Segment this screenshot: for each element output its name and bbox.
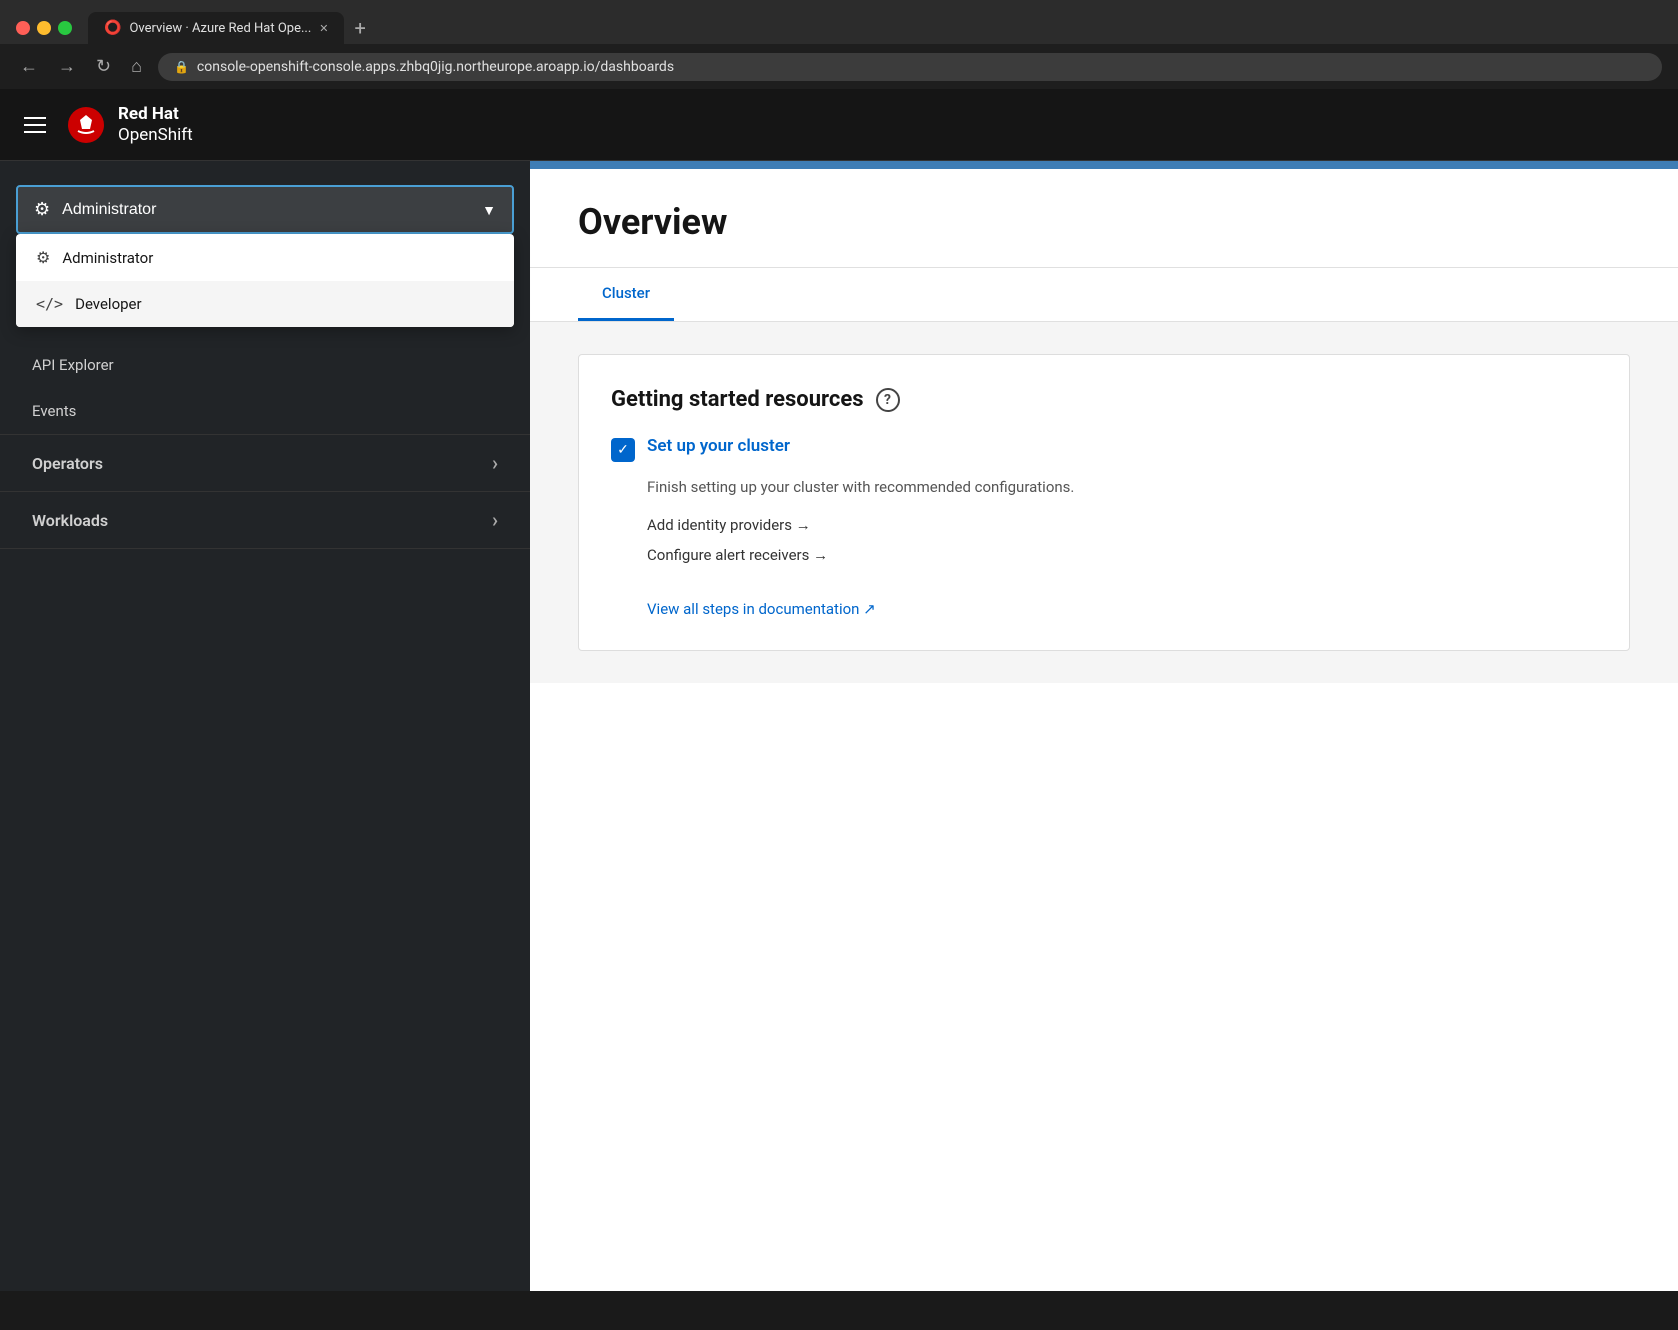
top-nav: Red Hat OpenShift bbox=[0, 89, 1678, 161]
cluster-setup-header: ✓ Set up your cluster bbox=[611, 436, 1597, 462]
page-title-area: Overview bbox=[530, 169, 1678, 268]
brand-redhat: Red Hat bbox=[118, 104, 193, 124]
check-icon: ✓ bbox=[611, 438, 635, 462]
app-shell: Red Hat OpenShift ⚙ Administrator ▼ ⚙ Ad… bbox=[0, 89, 1678, 1291]
tab-cluster[interactable]: Cluster bbox=[578, 268, 674, 321]
gear-icon: ⚙ bbox=[36, 248, 50, 267]
content-header-bar bbox=[530, 161, 1678, 169]
url-text: console-openshift-console.apps.zhbq0jig.… bbox=[197, 59, 674, 75]
content-section: Getting started resources ? ✓ Set up you… bbox=[530, 322, 1678, 683]
maximize-button[interactable] bbox=[58, 21, 72, 35]
view-all-docs-link[interactable]: View all steps in documentation ↗ bbox=[647, 600, 876, 618]
browser-tabs: ⭕ Overview · Azure Red Hat Ope... ✕ + bbox=[88, 12, 374, 44]
help-icon[interactable]: ? bbox=[876, 388, 900, 412]
content-area: Overview Cluster Getting started resourc… bbox=[530, 161, 1678, 1291]
main-layout: ⚙ Administrator ▼ ⚙ Administrator </> De… bbox=[0, 161, 1678, 1291]
page-title: Overview bbox=[578, 201, 1630, 243]
chevron-down-icon: ▼ bbox=[482, 202, 496, 218]
tab-title: Overview · Azure Red Hat Ope... bbox=[129, 21, 311, 36]
content-body: Overview Cluster Getting started resourc… bbox=[530, 169, 1678, 1291]
perspective-label: Administrator bbox=[62, 201, 156, 219]
sidebar-operators-header[interactable]: Operators › bbox=[0, 435, 530, 491]
lock-icon: 🔒 bbox=[174, 60, 189, 74]
sidebar-section-workloads: Workloads › bbox=[0, 492, 530, 549]
browser-toolbar: ← → ↻ ⌂ 🔒 console-openshift-console.apps… bbox=[0, 44, 1678, 89]
sidebar-item-events[interactable]: Events bbox=[0, 388, 530, 434]
brand-text: Red Hat OpenShift bbox=[118, 104, 193, 145]
address-bar[interactable]: 🔒 console-openshift-console.apps.zhbq0ji… bbox=[158, 53, 1662, 81]
active-tab[interactable]: ⭕ Overview · Azure Red Hat Ope... ✕ bbox=[88, 12, 344, 44]
hamburger-line1 bbox=[24, 117, 46, 119]
card-title: Getting started resources ? bbox=[611, 387, 1597, 412]
tab-label: Cluster bbox=[602, 284, 650, 302]
tab-favicon: ⭕ bbox=[104, 20, 121, 36]
dropdown-item-label: Administrator bbox=[62, 249, 153, 267]
chevron-right-icon: › bbox=[492, 508, 498, 532]
operators-label: Operators bbox=[32, 454, 103, 473]
hamburger-line2 bbox=[24, 124, 46, 126]
configure-alert-label: Configure alert receivers → bbox=[647, 546, 828, 564]
sidebar-item-label: Events bbox=[32, 402, 76, 420]
reload-button[interactable]: ↻ bbox=[92, 52, 115, 81]
card-title-text: Getting started resources bbox=[611, 387, 864, 412]
getting-started-card: Getting started resources ? ✓ Set up you… bbox=[578, 354, 1630, 651]
new-tab-button[interactable]: + bbox=[346, 12, 373, 44]
workloads-label: Workloads bbox=[32, 511, 108, 530]
forward-button[interactable]: → bbox=[54, 52, 80, 81]
perspective-dropdown: ⚙ Administrator </> Developer bbox=[16, 234, 514, 327]
browser-title-bar: ⭕ Overview · Azure Red Hat Ope... ✕ + bbox=[0, 0, 1678, 44]
dropdown-item-administrator[interactable]: ⚙ Administrator bbox=[16, 234, 514, 281]
add-identity-label: Add identity providers → bbox=[647, 516, 811, 534]
home-button[interactable]: ⌂ bbox=[127, 52, 146, 81]
configure-alert-link[interactable]: Configure alert receivers → bbox=[647, 546, 1597, 564]
dropdown-item-label: Developer bbox=[75, 295, 142, 313]
tabs-bar: Cluster bbox=[530, 268, 1678, 322]
close-button[interactable] bbox=[16, 21, 30, 35]
dropdown-item-developer[interactable]: </> Developer bbox=[16, 281, 514, 327]
cluster-setup-title[interactable]: Set up your cluster bbox=[647, 436, 790, 456]
sidebar-item-label: API Explorer bbox=[32, 356, 114, 374]
chevron-right-icon: › bbox=[492, 451, 498, 475]
browser-controls bbox=[16, 21, 72, 35]
back-button[interactable]: ← bbox=[16, 52, 42, 81]
hamburger-menu[interactable] bbox=[24, 117, 46, 133]
tab-close-icon[interactable]: ✕ bbox=[319, 22, 328, 35]
browser-chrome: ⭕ Overview · Azure Red Hat Ope... ✕ + ← … bbox=[0, 0, 1678, 89]
sidebar-nav: Projects Search API Explorer Events Oper… bbox=[0, 250, 530, 1291]
view-all-text: View all steps in documentation ↗ bbox=[647, 600, 876, 618]
sidebar-workloads-header[interactable]: Workloads › bbox=[0, 492, 530, 548]
cluster-setup-desc: Finish setting up your cluster with reco… bbox=[647, 478, 1597, 496]
sidebar-section-operators: Operators › bbox=[0, 435, 530, 492]
hamburger-line3 bbox=[24, 131, 46, 133]
sidebar-item-api-explorer[interactable]: API Explorer bbox=[0, 342, 530, 388]
minimize-button[interactable] bbox=[37, 21, 51, 35]
add-identity-link[interactable]: Add identity providers → bbox=[647, 516, 1597, 534]
perspective-selector: ⚙ Administrator ▼ ⚙ Administrator </> De… bbox=[16, 185, 514, 234]
sidebar: ⚙ Administrator ▼ ⚙ Administrator </> De… bbox=[0, 161, 530, 1291]
gear-icon: ⚙ bbox=[34, 199, 50, 220]
perspective-button[interactable]: ⚙ Administrator ▼ bbox=[16, 185, 514, 234]
brand-openshift: OpenShift bbox=[118, 125, 193, 145]
brand-logo-area: Red Hat OpenShift bbox=[66, 104, 193, 145]
code-icon: </> bbox=[36, 295, 63, 313]
redhat-logo bbox=[66, 105, 106, 145]
